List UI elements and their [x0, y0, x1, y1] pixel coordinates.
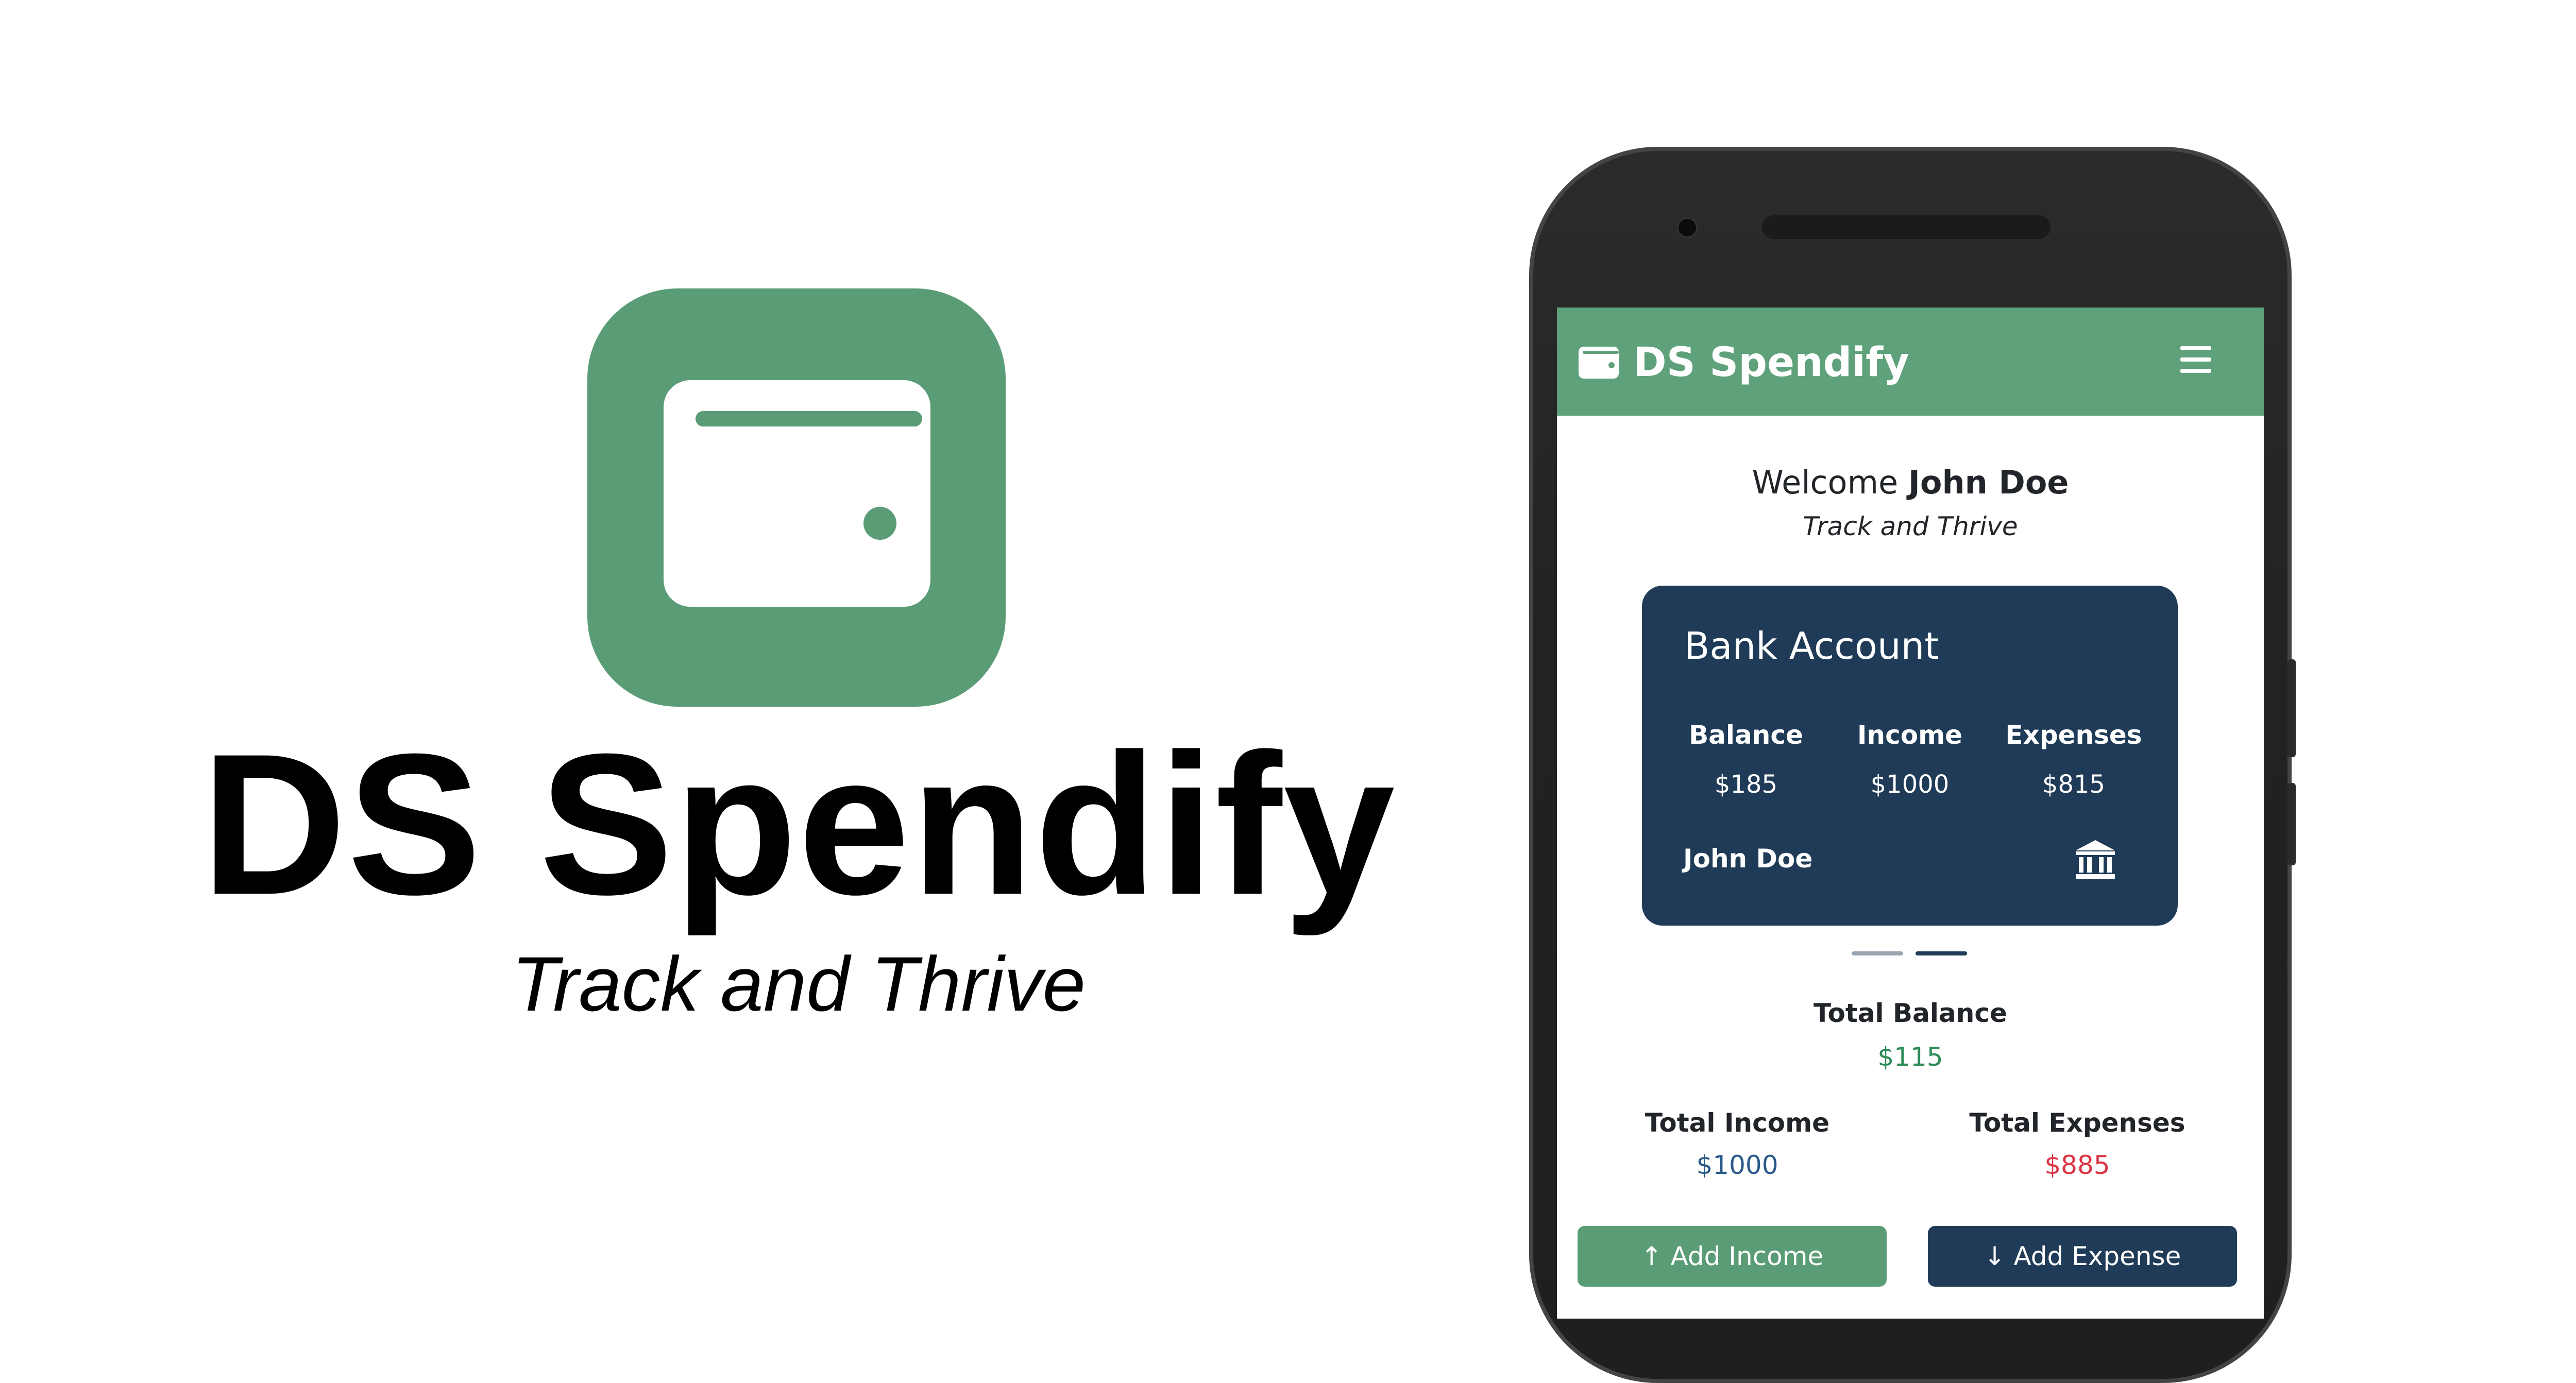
- add-expense-button[interactable]: ↓ Add Expense: [1928, 1226, 2237, 1287]
- bank-account-card[interactable]: Bank Account Balance $185 Income $1000 E…: [1642, 586, 2178, 926]
- phone-camera: [1677, 217, 1698, 238]
- total-balance-label: Total Balance: [1814, 998, 2007, 1028]
- card-stat-balance: Balance $185: [1664, 720, 1828, 800]
- total-expenses-value: $885: [2044, 1150, 2110, 1180]
- hamburger-menu-icon[interactable]: [2180, 346, 2211, 373]
- total-balance-value: $115: [1877, 1042, 1943, 1072]
- phone-screen: DS Spendify Welcome John Doe Track and T…: [1557, 308, 2264, 1319]
- welcome-subtitle: Track and Thrive: [1803, 511, 2018, 541]
- bank-icon: [2076, 840, 2115, 879]
- add-expense-label: Add Expense: [2013, 1241, 2181, 1271]
- card-stat-income: Income $1000: [1827, 720, 1992, 800]
- card-owner: John Doe: [1683, 844, 1813, 874]
- carousel-indicator-1[interactable]: [1852, 951, 1903, 955]
- stat-label: Income: [1857, 720, 1963, 750]
- stat-label: Balance: [1689, 720, 1803, 750]
- user-name: John Doe: [1908, 464, 2069, 501]
- app-title[interactable]: DS Spendify: [1633, 339, 1909, 386]
- arrow-down-icon: ↓: [1984, 1241, 2006, 1271]
- welcome-prefix: Welcome: [1752, 464, 1899, 501]
- phone-volume-button: [2287, 659, 2296, 757]
- hero-title: DS Spendify: [201, 712, 1396, 936]
- total-expenses-label: Total Expenses: [1969, 1108, 2185, 1138]
- wallet-icon[interactable]: [1578, 344, 1620, 381]
- stat-label: Expenses: [2005, 720, 2142, 750]
- stat-value: $1000: [1870, 770, 1950, 799]
- card-title: Bank Account: [1684, 624, 1939, 668]
- total-income-label: Total Income: [1645, 1108, 1830, 1138]
- wallet-icon: [664, 380, 930, 607]
- app-header: DS Spendify: [1557, 308, 2264, 416]
- app-logo: [587, 288, 1006, 707]
- stat-value: $185: [1714, 770, 1778, 799]
- card-stat-expenses: Expenses $815: [1991, 720, 2156, 800]
- phone-power-button: [2287, 783, 2296, 865]
- stat-value: $815: [2042, 770, 2106, 799]
- arrow-up-icon: ↑: [1640, 1241, 1663, 1271]
- welcome-message: Welcome John Doe: [1557, 462, 2264, 503]
- add-income-label: Add Income: [1670, 1241, 1824, 1271]
- phone-speaker: [1762, 215, 2050, 239]
- total-income-value: $1000: [1696, 1150, 1778, 1180]
- hero-tagline: Track and Thrive: [511, 941, 1086, 1027]
- add-income-button[interactable]: ↑ Add Income: [1578, 1226, 1887, 1287]
- carousel-indicator-2[interactable]: [1916, 951, 1967, 955]
